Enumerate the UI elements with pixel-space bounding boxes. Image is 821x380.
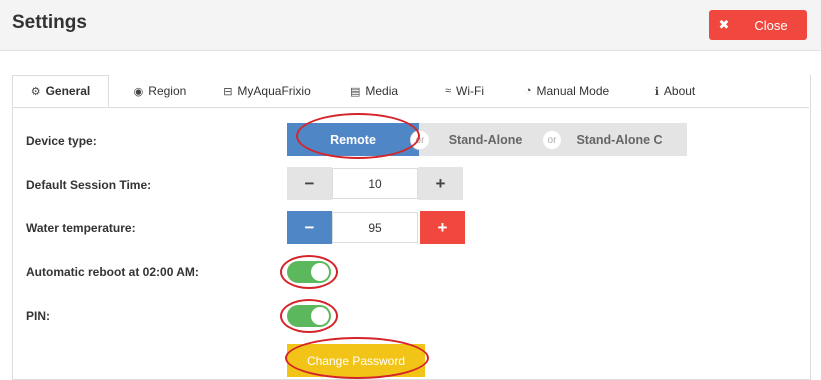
tab-media[interactable]: ▤ Media [338, 75, 410, 107]
tachometer-icon: ◔ [524, 85, 532, 97]
tab-label: About [663, 84, 696, 98]
device-type-label: Device type: [26, 134, 97, 148]
lock-icon: ⊟ [223, 85, 233, 98]
or-separator: or [542, 130, 562, 150]
tab-label: Media [365, 84, 399, 98]
pin-label: PIN: [26, 309, 50, 323]
auto-reboot-label: Automatic reboot at 02:00 AM: [26, 265, 199, 279]
device-type-standalone-c-option[interactable]: Stand-Alone C [552, 123, 687, 156]
auto-reboot-toggle[interactable] [287, 261, 331, 283]
toggle-knob [311, 263, 329, 281]
header-bar: Settings ✖ Close [0, 0, 821, 51]
info-icon: ℹ [654, 85, 659, 98]
tab-bar: ⚙ General ◉ Region ⊟ MyAquaFrixio ▤ Medi… [12, 75, 809, 108]
change-password-button[interactable]: Change Password [287, 344, 425, 377]
water-temp-input[interactable]: 95 [332, 212, 418, 243]
globe-icon: ◉ [133, 85, 144, 98]
page-title: Settings [12, 12, 87, 33]
film-icon: ▤ [349, 85, 361, 98]
cogs-icon: ⚙ [30, 85, 41, 98]
tab-label: MyAquaFrixio [237, 84, 311, 98]
session-time-label: Default Session Time: [26, 178, 152, 192]
water-temp-decrement-button[interactable]: − [287, 211, 332, 244]
water-temp-increment-button[interactable]: + [420, 211, 465, 244]
toggle-knob [311, 307, 329, 325]
pin-toggle[interactable] [287, 305, 331, 327]
tab-manual-mode[interactable]: ◔ Manual Mode [512, 75, 622, 107]
tab-region[interactable]: ◉ Region [120, 75, 200, 107]
tab-label: Manual Mode [536, 84, 610, 98]
device-type-standalone-option[interactable]: Stand-Alone [419, 123, 552, 156]
tab-wifi[interactable]: ≈ Wi-Fi [432, 75, 497, 107]
tab-label: Wi-Fi [456, 84, 485, 98]
tab-general[interactable]: ⚙ General [12, 75, 109, 107]
session-time-input[interactable]: 10 [332, 168, 418, 199]
tab-label: Region [148, 84, 187, 98]
wifi-icon: ≈ [444, 85, 452, 97]
tab-myaquafrixio[interactable]: ⊟ MyAquaFrixio [212, 75, 322, 107]
close-icon: ✖ [718, 17, 730, 32]
close-button[interactable]: ✖ Close [709, 10, 807, 40]
close-label: Close [754, 17, 788, 33]
session-time-decrement-button[interactable]: − [287, 167, 332, 200]
tab-label: General [45, 84, 91, 98]
device-type-remote-option[interactable]: Remote [287, 123, 419, 156]
or-separator: or [410, 130, 430, 150]
tab-about[interactable]: ℹ About [640, 75, 710, 107]
water-temp-label: Water temperature: [26, 221, 136, 235]
session-time-increment-button[interactable]: + [418, 167, 463, 200]
